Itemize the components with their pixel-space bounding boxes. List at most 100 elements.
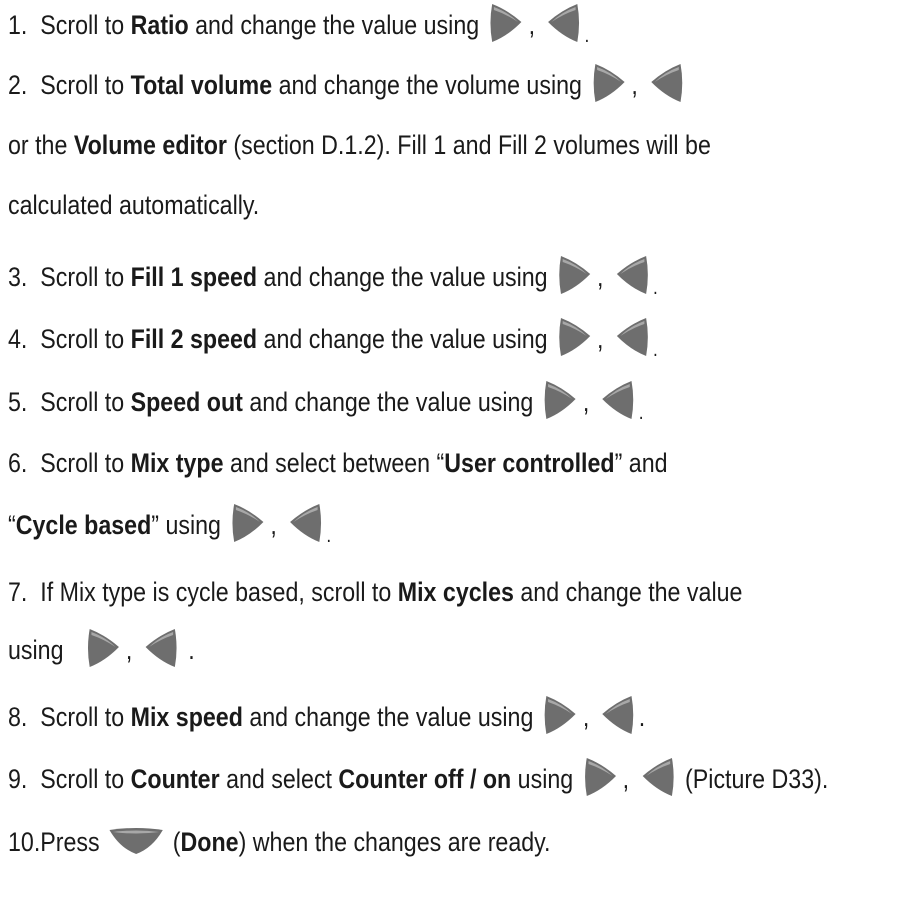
instruction-step-6-continued: “Cycle based” using , . xyxy=(8,503,331,547)
period: . xyxy=(638,402,644,424)
period: . xyxy=(326,525,332,547)
setting-name-total-volume: Total volume xyxy=(130,70,273,100)
separator: , xyxy=(631,70,638,100)
step-text: Scroll to xyxy=(40,262,131,292)
separator: , xyxy=(597,324,604,354)
left-arrow-key-icon xyxy=(287,500,325,544)
left-arrow-key-icon xyxy=(639,754,677,798)
right-arrow-key-icon xyxy=(542,377,580,421)
step-number: 10. xyxy=(8,827,41,857)
separator: , xyxy=(622,764,630,794)
period: . xyxy=(188,635,195,665)
step-text: using xyxy=(511,764,574,794)
step-text: Scroll to xyxy=(40,702,131,732)
instruction-step-4: 4. Scroll to Fill 2 speed and change the… xyxy=(8,317,658,361)
separator: , xyxy=(582,702,590,732)
option-user-controlled: User controlled xyxy=(444,448,615,478)
right-arrow-key-icon xyxy=(487,0,525,44)
left-arrow-key-icon xyxy=(648,60,686,104)
right-arrow-key-icon xyxy=(556,252,594,296)
step-text: and select between “ xyxy=(223,448,445,478)
instruction-step-9: 9. Scroll to Counter and select Counter … xyxy=(8,757,829,798)
separator: , xyxy=(270,510,277,540)
step-number: 4. xyxy=(8,324,28,354)
setting-name-fill-2-speed: Fill 2 speed xyxy=(130,324,258,354)
period: . xyxy=(652,339,658,361)
period: . xyxy=(638,702,646,732)
instruction-step-7-continued: using , . xyxy=(8,628,195,669)
step-number: 6. xyxy=(8,448,28,478)
button-name-done: Done xyxy=(180,827,239,857)
step-number: 1. xyxy=(8,10,28,40)
left-arrow-key-icon xyxy=(599,692,637,736)
step-text: Scroll to xyxy=(40,448,131,478)
step-text: and change the value using xyxy=(242,702,534,732)
instruction-step-6: 6. Scroll to Mix type and select between… xyxy=(8,446,668,480)
instruction-step-7: 7. If Mix type is cycle based, scroll to… xyxy=(8,575,742,609)
step-text: using xyxy=(8,635,64,665)
instruction-step-2: 2. Scroll to Total volume and change the… xyxy=(8,63,687,104)
step-text: Scroll to xyxy=(40,324,131,354)
step-text: or the xyxy=(8,130,74,160)
quote-mark: “ xyxy=(8,510,16,540)
step-number: 5. xyxy=(8,387,28,417)
step-text: Scroll to xyxy=(40,70,131,100)
separator: , xyxy=(597,262,604,292)
step-number: 8. xyxy=(8,702,28,732)
instruction-step-2-continued: or the Volume editor (section D.1.2). Fi… xyxy=(8,128,711,162)
step-number: 3. xyxy=(8,262,28,292)
separator: , xyxy=(125,635,133,665)
setting-name-speed-out: Speed out xyxy=(130,387,243,417)
step-text: If Mix type is cycle based, scroll to xyxy=(40,577,398,607)
step-text: and change the value using xyxy=(188,10,480,40)
separator: , xyxy=(582,387,590,417)
setting-name-mix-cycles: Mix cycles xyxy=(397,577,514,607)
step-text: Scroll to xyxy=(40,764,131,794)
right-arrow-key-icon xyxy=(590,60,628,104)
step-text: and change the value using xyxy=(257,324,548,354)
figure-reference: (Picture D33). xyxy=(685,764,829,794)
step-text: Scroll to xyxy=(40,10,131,40)
step-text: ) when the changes are ready. xyxy=(238,827,551,857)
step-text: and select xyxy=(219,764,339,794)
option-cycle-based: Cycle based xyxy=(15,510,152,540)
step-text: ” and xyxy=(614,448,668,478)
instruction-step-3: 3. Scroll to Fill 1 speed and change the… xyxy=(8,255,658,299)
setting-name-volume-editor: Volume editor xyxy=(73,130,227,160)
left-arrow-key-icon xyxy=(142,625,180,669)
instruction-step-1: 1. Scroll to Ratio and change the value … xyxy=(8,3,589,47)
step-text: Press xyxy=(40,827,100,857)
down-arrow-key-icon xyxy=(108,826,165,856)
paren: ( xyxy=(172,827,181,857)
step-number: 9. xyxy=(8,764,28,794)
instruction-step-2-continued-2: calculated automatically. xyxy=(8,188,259,222)
instruction-step-5: 5. Scroll to Speed out and change the va… xyxy=(8,380,644,424)
left-arrow-key-icon xyxy=(613,252,651,296)
step-text: ” using xyxy=(151,510,221,540)
period: . xyxy=(584,25,590,47)
left-arrow-key-icon xyxy=(599,377,637,421)
option-counter-off-on: Counter off / on xyxy=(338,764,512,794)
step-number: 2. xyxy=(8,70,28,100)
setting-name-fill-1-speed: Fill 1 speed xyxy=(130,262,258,292)
step-text: (section D.1.2). Fill 1 and Fill 2 volum… xyxy=(226,130,711,160)
step-text: Scroll to xyxy=(40,387,131,417)
instruction-step-8: 8. Scroll to Mix speed and change the va… xyxy=(8,695,646,736)
setting-name-counter: Counter xyxy=(130,764,220,794)
right-arrow-key-icon xyxy=(229,500,267,544)
step-text: calculated automatically. xyxy=(8,190,260,220)
period: . xyxy=(652,277,658,299)
setting-name-ratio: Ratio xyxy=(130,10,189,40)
step-number: 7. xyxy=(8,577,28,607)
instruction-step-10: 10.Press (Done) when the changes are rea… xyxy=(8,825,551,859)
step-text: and change the value xyxy=(513,577,743,607)
step-text: and change the value using xyxy=(242,387,534,417)
step-text: and change the volume using xyxy=(272,70,582,100)
separator: , xyxy=(528,10,536,40)
left-arrow-key-icon xyxy=(613,314,651,358)
setting-name-mix-speed: Mix speed xyxy=(130,702,243,732)
right-arrow-key-icon xyxy=(581,754,619,798)
step-text: and change the value using xyxy=(257,262,548,292)
right-arrow-key-icon xyxy=(542,692,580,736)
right-arrow-key-icon xyxy=(556,314,594,358)
